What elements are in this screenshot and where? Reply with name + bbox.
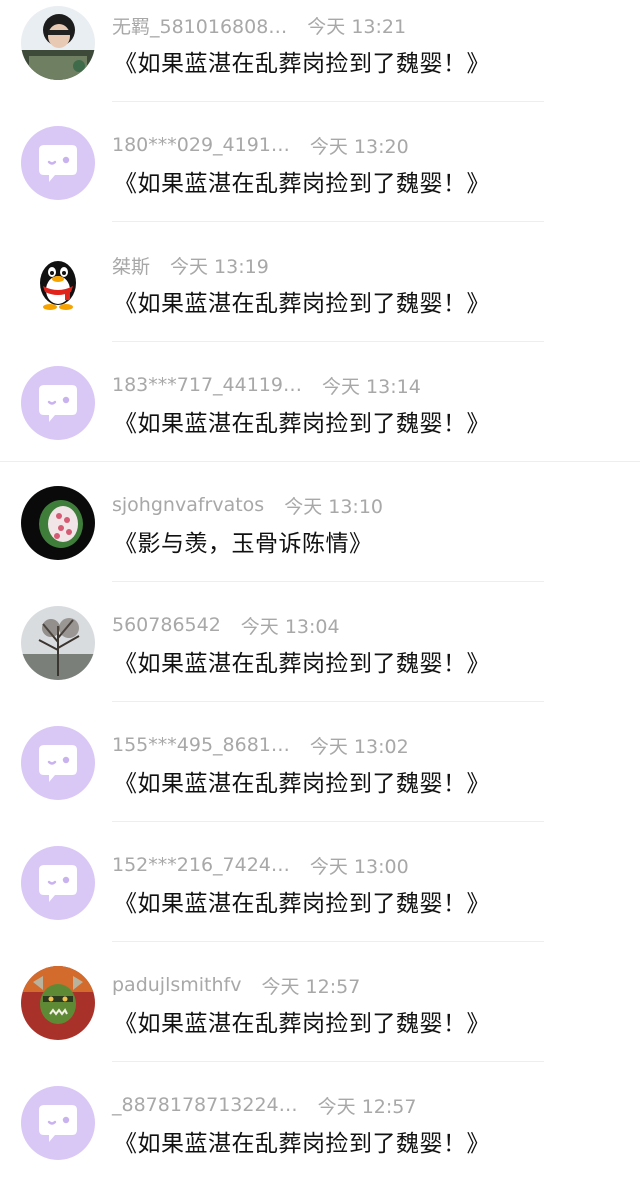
photo-carving-icon — [21, 486, 95, 560]
timestamp: 今天 13:00 — [309, 855, 409, 878]
user-avatar[interactable] — [21, 966, 95, 1040]
comment-text[interactable]: 《如果蓝湛在乱葬岗捡到了魏婴！》 — [114, 44, 490, 78]
comment-meta: 152***216_7424… 今天 13:00 — [112, 851, 409, 879]
divider — [112, 581, 544, 582]
user-avatar[interactable] — [21, 126, 95, 200]
user-avatar[interactable] — [21, 606, 95, 680]
comment-item[interactable]: _8878178713224… 今天 12:57 《如果蓝湛在乱葬岗捡到了魏婴！… — [0, 1080, 640, 1200]
comment-text[interactable]: 《如果蓝湛在乱葬岗捡到了魏婴！》 — [114, 884, 490, 918]
timestamp: 今天 13:19 — [170, 255, 269, 278]
username[interactable]: 152***216_7424… — [112, 854, 290, 876]
comment-meta: sjohgnvafrvatos 今天 13:10 — [112, 491, 383, 519]
divider — [112, 221, 544, 222]
comment-item[interactable]: padujlsmithfv 今天 12:57 《如果蓝湛在乱葬岗捡到了魏婴！》 — [0, 960, 640, 1080]
comment-meta: 180***029_4191… 今天 13:20 — [112, 131, 409, 159]
comment-item[interactable]: 560786542 今天 13:04 《如果蓝湛在乱葬岗捡到了魏婴！》 — [0, 600, 640, 720]
divider — [112, 1061, 544, 1062]
user-avatar[interactable] — [21, 6, 95, 80]
comment-meta: 155***495_8681… 今天 13:02 — [112, 731, 409, 759]
divider — [112, 821, 544, 822]
user-avatar[interactable] — [21, 486, 95, 560]
comment-text[interactable]: 《影与羡，玉骨诉陈情》 — [114, 524, 373, 558]
comment-item[interactable]: sjohgnvafrvatos 今天 13:10 《影与羡，玉骨诉陈情》 — [0, 480, 640, 600]
timestamp: 今天 13:14 — [321, 375, 421, 398]
comment-meta: _8878178713224… 今天 12:57 — [112, 1091, 416, 1119]
comment-text[interactable]: 《如果蓝湛在乱葬岗捡到了魏婴！》 — [114, 644, 490, 678]
photo-tree-icon — [21, 606, 95, 680]
default-chat-avatar-icon — [21, 366, 95, 440]
username[interactable]: _8878178713224… — [112, 1094, 298, 1116]
username[interactable]: 桀斯 — [112, 252, 150, 279]
username[interactable]: 无羁_581016808… — [112, 12, 287, 39]
default-chat-avatar-icon — [21, 846, 95, 920]
username[interactable]: 155***495_8681… — [112, 734, 290, 756]
username[interactable]: sjohgnvafrvatos — [112, 494, 264, 516]
comment-text[interactable]: 《如果蓝湛在乱葬岗捡到了魏婴！》 — [114, 404, 490, 438]
timestamp: 今天 13:21 — [307, 15, 407, 38]
user-avatar[interactable] — [21, 366, 95, 440]
divider — [112, 941, 544, 942]
photo-orc-icon — [21, 966, 95, 1040]
comment-item[interactable]: 桀斯 今天 13:19 《如果蓝湛在乱葬岗捡到了魏婴！》 — [0, 240, 640, 360]
default-chat-avatar-icon — [21, 126, 95, 200]
comment-text[interactable]: 《如果蓝湛在乱葬岗捡到了魏婴！》 — [114, 1124, 490, 1158]
user-avatar[interactable] — [21, 846, 95, 920]
default-chat-avatar-icon — [21, 726, 95, 800]
qq-penguin-icon — [21, 246, 95, 320]
comment-meta: 560786542 今天 13:04 — [112, 611, 340, 639]
comment-text[interactable]: 《如果蓝湛在乱葬岗捡到了魏婴！》 — [114, 284, 490, 318]
comment-meta: 桀斯 今天 13:19 — [112, 251, 269, 279]
divider — [112, 341, 544, 342]
divider — [0, 461, 640, 462]
timestamp: 今天 12:57 — [261, 975, 361, 998]
divider — [112, 101, 544, 102]
comment-item[interactable]: 152***216_7424… 今天 13:00 《如果蓝湛在乱葬岗捡到了魏婴！… — [0, 840, 640, 960]
divider — [112, 701, 544, 702]
timestamp: 今天 13:04 — [240, 615, 340, 638]
comment-text[interactable]: 《如果蓝湛在乱葬岗捡到了魏婴！》 — [114, 764, 490, 798]
user-avatar[interactable] — [21, 726, 95, 800]
username[interactable]: padujlsmithfv — [112, 974, 241, 996]
comment-list: 无羁_581016808… 今天 13:21 《如果蓝湛在乱葬岗捡到了魏婴！》 … — [0, 0, 640, 1186]
timestamp: 今天 12:57 — [317, 1095, 417, 1118]
timestamp: 今天 13:02 — [309, 735, 409, 758]
comment-meta: padujlsmithfv 今天 12:57 — [112, 971, 360, 999]
comment-meta: 183***717_44119… 今天 13:14 — [112, 371, 421, 399]
comment-item[interactable]: 无羁_581016808… 今天 13:21 《如果蓝湛在乱葬岗捡到了魏婴！》 — [0, 0, 640, 120]
comment-text[interactable]: 《如果蓝湛在乱葬岗捡到了魏婴！》 — [114, 1004, 490, 1038]
username[interactable]: 560786542 — [112, 614, 221, 636]
comment-item[interactable]: 183***717_44119… 今天 13:14 《如果蓝湛在乱葬岗捡到了魏婴… — [0, 360, 640, 480]
comment-meta: 无羁_581016808… 今天 13:21 — [112, 11, 406, 39]
comment-text[interactable]: 《如果蓝湛在乱葬岗捡到了魏婴！》 — [114, 164, 490, 198]
default-chat-avatar-icon — [21, 1086, 95, 1160]
timestamp: 今天 13:10 — [284, 495, 383, 518]
photo-person-icon — [21, 6, 95, 80]
comment-item[interactable]: 180***029_4191… 今天 13:20 《如果蓝湛在乱葬岗捡到了魏婴！… — [0, 120, 640, 240]
timestamp: 今天 13:20 — [309, 135, 409, 158]
user-avatar[interactable] — [21, 246, 95, 320]
username[interactable]: 180***029_4191… — [112, 134, 290, 156]
comment-item[interactable]: 155***495_8681… 今天 13:02 《如果蓝湛在乱葬岗捡到了魏婴！… — [0, 720, 640, 840]
username[interactable]: 183***717_44119… — [112, 374, 302, 396]
user-avatar[interactable] — [21, 1086, 95, 1160]
